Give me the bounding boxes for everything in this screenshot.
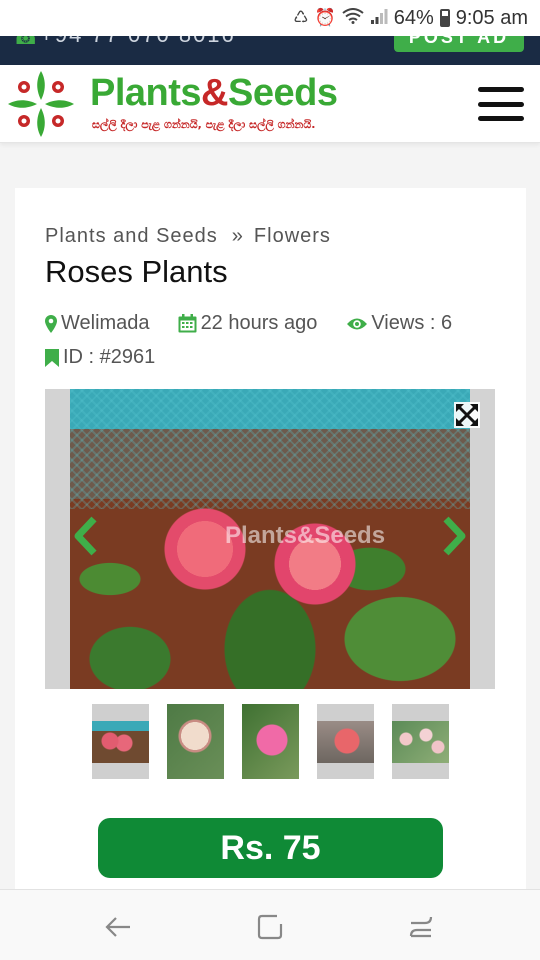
gallery-next-button[interactable]: [440, 513, 470, 559]
breadcrumb: Plants and Seeds » Flowers: [45, 225, 331, 248]
listing-id-row: ID : #2961: [45, 346, 155, 369]
thumbnail-1[interactable]: [92, 704, 149, 779]
fullscreen-button[interactable]: [453, 401, 481, 429]
breadcrumb-root[interactable]: Plants and Seeds: [45, 225, 218, 247]
location-text: Welimada: [61, 312, 150, 334]
thumbnail-image: [92, 720, 149, 763]
expand-arrows-icon: [454, 402, 480, 428]
listing-meta: Welimada 22 hours ago Views : 6: [45, 312, 452, 335]
thumbnail-3[interactable]: [242, 704, 299, 779]
meta-views: Views : 6: [347, 312, 452, 335]
logo-icon[interactable]: [4, 69, 78, 139]
signal-icon: [370, 8, 388, 29]
logo-word-plants: Plants: [90, 72, 202, 114]
calendar-icon: [178, 314, 197, 333]
views-text: Views : 6: [371, 312, 453, 334]
battery-percent: 64%: [393, 6, 434, 29]
nav-recents-button[interactable]: [404, 910, 438, 944]
thumbnail-5[interactable]: [392, 704, 449, 779]
gallery-prev-button[interactable]: [70, 513, 100, 559]
hamburger-line: [478, 87, 524, 92]
thumbnail-image: [392, 720, 449, 763]
listing-id-text: ID : #2961: [63, 346, 156, 368]
bookmark-icon: [45, 348, 59, 367]
battery-icon: [439, 9, 450, 27]
recents-icon: [409, 916, 433, 938]
thumbnail-strip: [92, 704, 449, 779]
nav-back-button[interactable]: [101, 910, 135, 944]
image-gallery[interactable]: Plants&Seeds: [45, 389, 495, 689]
logo-wordmark[interactable]: Plants&Seeds: [90, 72, 338, 114]
home-square-icon: [257, 914, 283, 940]
nav-home-button[interactable]: [253, 910, 287, 944]
price-button[interactable]: Rs. 75: [98, 818, 443, 878]
thumbnail-image: [317, 720, 374, 763]
logo-ampersand: &: [201, 72, 228, 114]
back-arrow-icon: [105, 917, 130, 937]
meta-location: Welimada: [45, 312, 150, 335]
hamburger-line: [478, 116, 524, 121]
post-ad-button[interactable]: POST AD: [394, 36, 524, 52]
eye-icon: [347, 317, 368, 331]
breadcrumb-category[interactable]: Flowers: [254, 225, 331, 247]
listing-card: Plants and Seeds » Flowers Roses Plants We…: [15, 188, 526, 908]
logo-tagline: සල්ලි දීලා පැළ ගන්නයි, පැළ දීලා සල්ලි ගන…: [92, 118, 316, 131]
site-header: Plants&Seeds සල්ලි දීලා පැළ ගන්නයි, පැළ …: [0, 65, 540, 143]
chevron-left-icon: [74, 516, 97, 556]
wifi-icon: [342, 7, 364, 29]
status-icons: ♺ ⏰: [293, 7, 388, 29]
chevron-right-icon: [443, 516, 466, 556]
phone-icon: ☎: [12, 36, 40, 49]
breadcrumb-separator: »: [231, 225, 244, 247]
recycle-icon: ♺: [293, 8, 309, 28]
meta-posted-time: 22 hours ago: [178, 312, 318, 335]
system-nav-bar: [0, 889, 540, 960]
photo-watermark: Plants&Seeds: [225, 522, 386, 549]
alarm-icon: ⏰: [314, 8, 336, 28]
clock-time: 9:05 am: [455, 6, 528, 29]
posted-time-text: 22 hours ago: [200, 312, 318, 334]
contact-phone[interactable]: +94 77 070 8016: [40, 36, 236, 48]
map-marker-icon: [45, 314, 57, 333]
thumbnail-image: [242, 704, 299, 779]
page-title: Roses Plants: [45, 254, 228, 289]
hamburger-line: [478, 101, 524, 107]
status-bar: ♺ ⏰ 64% 9:05 am: [0, 0, 540, 36]
thumbnail-2[interactable]: [167, 704, 224, 779]
hamburger-menu-button[interactable]: [478, 87, 524, 121]
thumbnail-4[interactable]: [317, 704, 374, 779]
logo-word-seeds: Seeds: [228, 72, 338, 114]
photo-net-texture: [70, 389, 470, 509]
contact-strip: ☎ +94 77 070 8016 POST AD: [0, 36, 540, 65]
thumbnail-image: [167, 704, 224, 779]
main-photo[interactable]: Plants&Seeds: [70, 389, 470, 689]
